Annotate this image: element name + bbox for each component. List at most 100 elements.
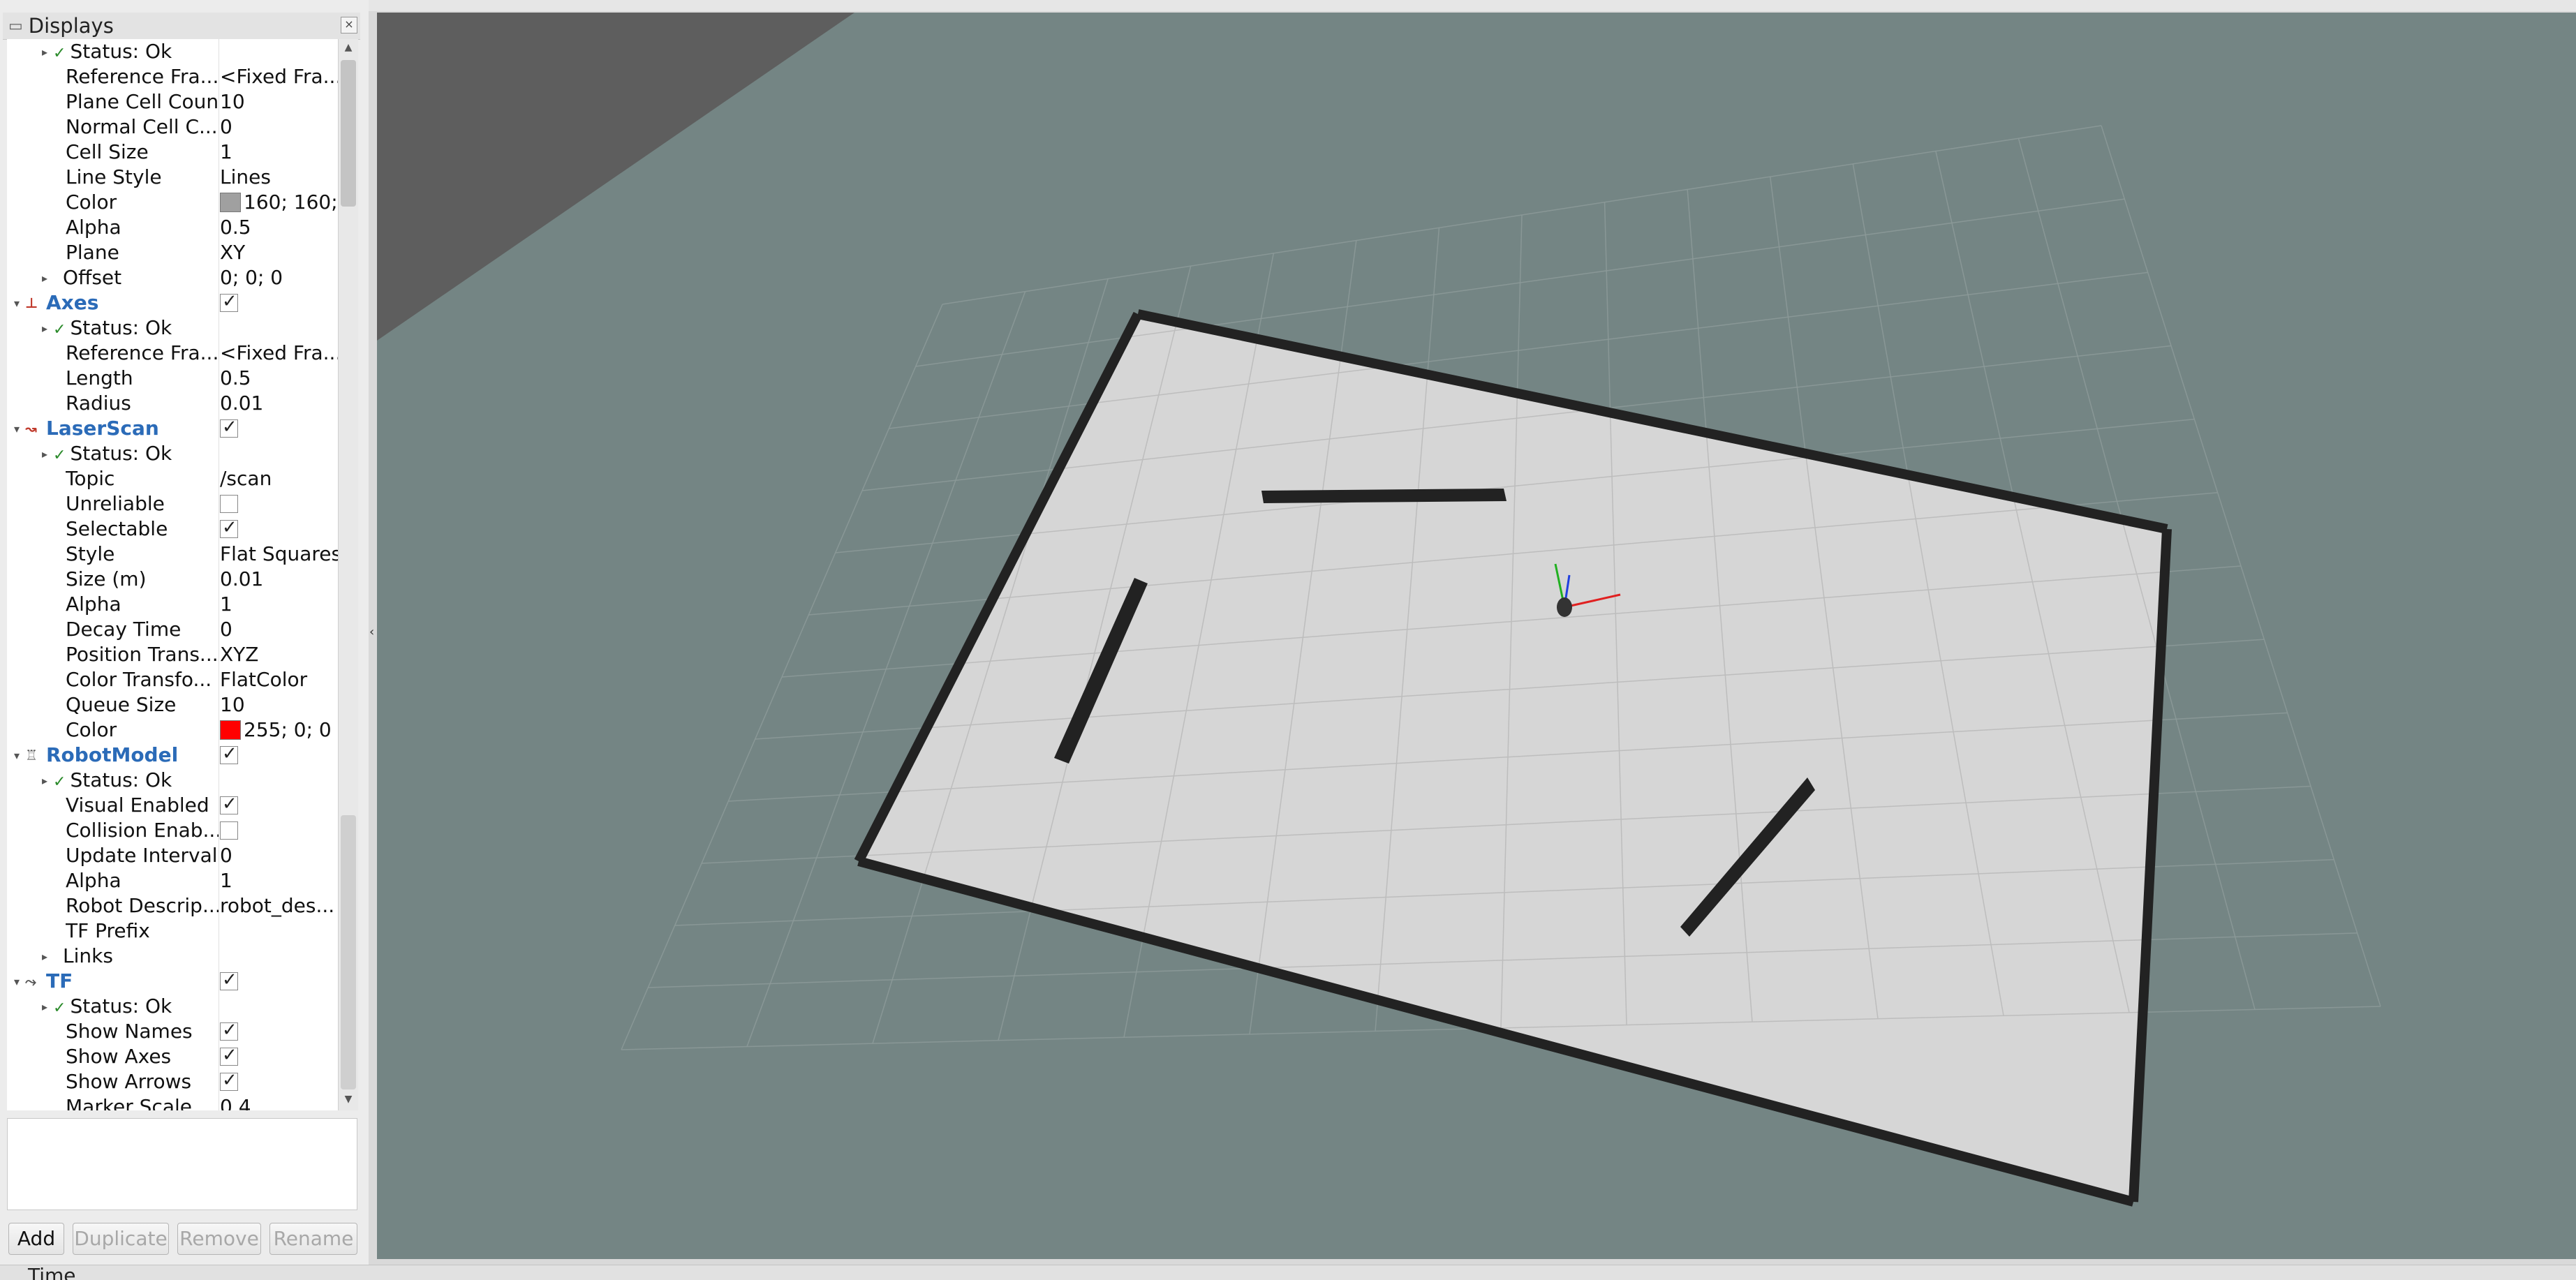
display-item-robotmodel[interactable]: ▾ ♖ RobotModel	[7, 743, 338, 768]
tree-row[interactable]: Update Interval 0	[7, 843, 338, 868]
tree-row[interactable]: ▸ Offset 0; 0; 0	[7, 265, 338, 290]
duplicate-button[interactable]: Duplicate	[73, 1223, 169, 1255]
tree-row[interactable]: Radius 0.01	[7, 391, 338, 416]
tree-row-value[interactable]	[220, 315, 338, 341]
tree-row-value[interactable]: 255; 0; 0	[220, 717, 338, 743]
tree-row-value[interactable]: 0	[220, 114, 338, 140]
enabled-checkbox[interactable]	[220, 1019, 238, 1043]
tree-row[interactable]: Queue Size 10	[7, 692, 338, 717]
tree-row-value[interactable]: <Fixed Fra...	[220, 64, 338, 89]
tree-row-value[interactable]: 1	[220, 592, 338, 617]
tree-row[interactable]: Plane Cell Count 10	[7, 89, 338, 114]
enabled-checkbox[interactable]	[220, 743, 238, 766]
tree-row-value[interactable]	[220, 793, 338, 818]
display-tree[interactable]: ▸ ✓ Status: Ok Reference Fra... <Fixed Fra..…	[7, 39, 338, 1110]
enabled-checkbox[interactable]	[220, 290, 238, 314]
expand-arrow-icon[interactable]: ▾	[14, 969, 25, 994]
tree-row[interactable]: Reference Fra... <Fixed Fra...	[7, 341, 338, 366]
tree-row-value[interactable]	[220, 416, 338, 441]
tree-row-value[interactable]	[220, 944, 338, 969]
tree-row-value[interactable]: 0	[220, 843, 338, 868]
tree-row[interactable]: Show Names	[7, 1019, 338, 1044]
tree-row-value[interactable]: 1	[220, 868, 338, 893]
remove-button[interactable]: Remove	[177, 1223, 261, 1255]
tree-row-value[interactable]	[220, 768, 338, 793]
tree-row[interactable]: Color Transfo... FlatColor	[7, 667, 338, 692]
tree-row-value[interactable]	[220, 818, 338, 843]
expand-arrow-icon[interactable]: ▸	[42, 316, 53, 341]
tree-row[interactable]: ▸ ✓ Status: Ok	[7, 39, 338, 64]
scrollbar-track-region[interactable]	[341, 815, 356, 1089]
tree-row[interactable]: Alpha 1	[7, 592, 338, 617]
tree-row-value[interactable]: robot_des...	[220, 893, 338, 918]
tree-row-value[interactable]: 160; 160;	[220, 190, 338, 215]
display-item-laserscan[interactable]: ▾ ↝ LaserScan	[7, 416, 338, 441]
display-item-tf[interactable]: ▾ ⤳ TF	[7, 969, 338, 994]
tree-row-value[interactable]: 0	[220, 617, 338, 642]
tree-row[interactable]: Position Trans... XYZ	[7, 642, 338, 667]
tree-row[interactable]: ▸ ✓ Status: Ok	[7, 441, 338, 466]
tree-row[interactable]: Color 255; 0; 0	[7, 717, 338, 743]
tree-row[interactable]: Alpha 0.5	[7, 215, 338, 240]
tree-row-value[interactable]: <Fixed Fra...	[220, 341, 338, 366]
tree-row-value[interactable]: 0.4	[220, 1094, 338, 1110]
expand-arrow-icon[interactable]: ▾	[14, 743, 25, 768]
collapse-left-icon[interactable]: ‹	[369, 625, 376, 646]
tree-row-value[interactable]: XY	[220, 240, 338, 265]
tree-row-value[interactable]: 10	[220, 89, 338, 114]
tree-scrollbar[interactable]: ▲ ▼	[338, 39, 358, 1110]
expand-arrow-icon[interactable]: ▸	[42, 995, 53, 1019]
tree-row[interactable]: Selectable	[7, 516, 338, 542]
tree-row[interactable]: Length 0.5	[7, 366, 338, 391]
enabled-checkbox[interactable]	[220, 1069, 238, 1093]
scroll-up-icon[interactable]: ▲	[341, 42, 355, 56]
tree-row[interactable]: Robot Descrip... robot_des...	[7, 893, 338, 918]
add-button[interactable]: Add	[8, 1223, 64, 1255]
tree-row-value[interactable]: 0.5	[220, 215, 338, 240]
tree-row[interactable]: Visual Enabled	[7, 793, 338, 818]
tree-row[interactable]: Topic/scan	[7, 466, 338, 491]
enabled-checkbox[interactable]	[220, 495, 238, 513]
tree-row[interactable]: Collision Enab...	[7, 818, 338, 843]
tree-row-value[interactable]: 1	[220, 140, 338, 165]
tree-row-value[interactable]	[220, 39, 338, 64]
tree-row[interactable]: ▸ ✓ Status: Ok	[7, 768, 338, 793]
expand-arrow-icon[interactable]: ▸	[42, 40, 53, 64]
tree-row-value[interactable]: /scan	[220, 466, 338, 491]
tree-row-value[interactable]: Flat Squares	[220, 542, 338, 567]
color-swatch[interactable]	[220, 193, 241, 212]
tree-row-value[interactable]: 10	[220, 692, 338, 717]
tree-row[interactable]: Show Arrows	[7, 1069, 338, 1094]
tree-row-value[interactable]	[220, 491, 338, 516]
expand-arrow-icon[interactable]: ▸	[42, 442, 53, 466]
tree-row[interactable]: Show Axes	[7, 1044, 338, 1069]
enabled-checkbox[interactable]	[220, 516, 238, 540]
rename-button[interactable]: Rename	[269, 1223, 357, 1255]
tree-row[interactable]: Style Flat Squares	[7, 542, 338, 567]
tree-row-value[interactable]: XYZ	[220, 642, 338, 667]
tree-row-value[interactable]	[220, 1044, 338, 1069]
tree-row-value[interactable]: 0.01	[220, 391, 338, 416]
tree-row-value[interactable]: 0.5	[220, 366, 338, 391]
color-swatch[interactable]	[220, 720, 241, 740]
scrollbar-thumb[interactable]	[341, 60, 356, 207]
tree-row-value[interactable]	[220, 1019, 338, 1044]
enabled-checkbox[interactable]	[220, 416, 238, 440]
expand-arrow-icon[interactable]: ▾	[14, 291, 25, 315]
expand-arrow-icon[interactable]: ▾	[14, 417, 25, 441]
tree-row-value[interactable]	[220, 743, 338, 768]
tree-row[interactable]: Line Style Lines	[7, 165, 338, 190]
expand-arrow-icon[interactable]: ▸	[42, 266, 53, 290]
expand-arrow-icon[interactable]: ▸	[42, 944, 53, 969]
tree-row-value[interactable]	[220, 441, 338, 466]
enabled-checkbox[interactable]	[220, 793, 238, 817]
tree-row[interactable]: Color 160; 160;	[7, 190, 338, 215]
tree-row[interactable]: Normal Cell C... 0	[7, 114, 338, 140]
tree-row[interactable]: Size (m) 0.01	[7, 567, 338, 592]
enabled-checkbox[interactable]	[220, 1044, 238, 1068]
tree-row[interactable]: ▸ ✓ Status: Ok	[7, 994, 338, 1019]
tree-row-value[interactable]	[220, 1069, 338, 1094]
3d-viewport[interactable]	[377, 13, 2576, 1259]
tree-row[interactable]: ▸ Links	[7, 944, 338, 969]
tree-row-value[interactable]	[220, 918, 338, 944]
